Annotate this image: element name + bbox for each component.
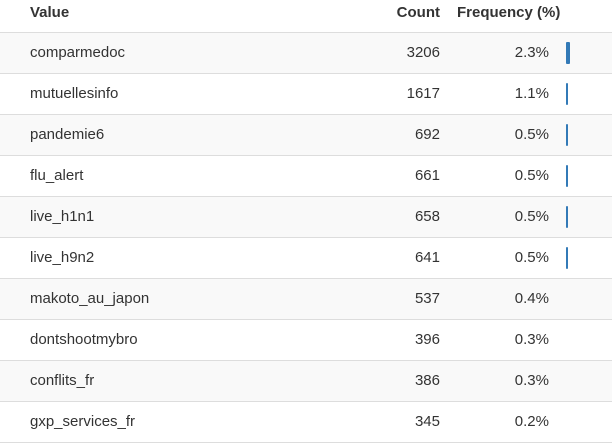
cell-count: 386 bbox=[414, 372, 440, 389]
cell-value: comparmedoc bbox=[30, 44, 126, 61]
table-row: makoto_au_japon 537 0.4% bbox=[0, 279, 612, 320]
frequency-bar-track bbox=[566, 288, 606, 310]
cell-frequency-percent: 0.2% bbox=[514, 413, 549, 430]
frequency-bar-track bbox=[566, 247, 606, 269]
cell-value: mutuellesinfo bbox=[30, 85, 119, 102]
cell-frequency-percent: 0.3% bbox=[514, 372, 549, 389]
frequency-bar-track bbox=[566, 83, 606, 105]
cell-count: 661 bbox=[414, 167, 440, 184]
table-row: conflits_fr 386 0.3% bbox=[0, 361, 612, 402]
frequency-table: Value Count Frequency (%) comparmedoc 320… bbox=[0, 0, 612, 443]
frequency-bar bbox=[566, 124, 568, 146]
frequency-bar bbox=[566, 42, 570, 64]
frequency-bar-track bbox=[566, 124, 606, 146]
column-header-count[interactable]: Count bbox=[397, 4, 440, 21]
frequency-bar bbox=[566, 247, 568, 269]
column-header-frequency[interactable]: Frequency (%) bbox=[457, 4, 560, 21]
frequency-bar-track bbox=[566, 329, 606, 351]
table-row: flu_alert 661 0.5% bbox=[0, 156, 612, 197]
cell-value: pandemie6 bbox=[30, 126, 105, 143]
cell-value: live_h1n1 bbox=[30, 208, 95, 225]
table-row: mutuellesinfo 1617 1.1% bbox=[0, 74, 612, 115]
frequency-bar bbox=[566, 83, 568, 105]
frequency-bar-track bbox=[566, 206, 606, 228]
frequency-bar-track bbox=[566, 165, 606, 187]
table-row: live_h9n2 641 0.5% bbox=[0, 238, 612, 279]
cell-value: flu_alert bbox=[30, 167, 84, 184]
cell-count: 1617 bbox=[406, 85, 440, 102]
table-body: comparmedoc 3206 2.3% mutuellesinfo 1617 1.1%… bbox=[0, 33, 612, 443]
table-row: pandemie6 692 0.5% bbox=[0, 115, 612, 156]
cell-count: 345 bbox=[414, 413, 440, 430]
table-header: Value Count Frequency (%) bbox=[0, 0, 612, 33]
frequency-bar bbox=[566, 165, 568, 187]
cell-value: dontshootmybro bbox=[30, 331, 138, 348]
cell-frequency-percent: 0.4% bbox=[514, 290, 549, 307]
cell-count: 658 bbox=[414, 208, 440, 225]
cell-count: 396 bbox=[414, 331, 440, 348]
table-row: dontshootmybro 396 0.3% bbox=[0, 320, 612, 361]
cell-frequency-percent: 0.5% bbox=[514, 167, 549, 184]
table-row: gxp_services_fr 345 0.2% bbox=[0, 402, 612, 443]
cell-value: live_h9n2 bbox=[30, 249, 95, 266]
cell-frequency-percent: 0.5% bbox=[514, 208, 549, 225]
cell-value: gxp_services_fr bbox=[30, 413, 136, 430]
cell-frequency-percent: 2.3% bbox=[514, 44, 549, 61]
column-header-value[interactable]: Value bbox=[30, 4, 69, 21]
cell-count: 692 bbox=[414, 126, 440, 143]
cell-value: makoto_au_japon bbox=[30, 290, 150, 307]
cell-frequency-percent: 0.5% bbox=[514, 126, 549, 143]
cell-frequency-percent: 0.3% bbox=[514, 331, 549, 348]
table-row: live_h1n1 658 0.5% bbox=[0, 197, 612, 238]
frequency-bar-track bbox=[566, 42, 606, 64]
frequency-bar-track bbox=[566, 411, 606, 433]
cell-count: 641 bbox=[414, 249, 440, 266]
cell-value: conflits_fr bbox=[30, 372, 95, 389]
frequency-bar bbox=[566, 206, 568, 228]
cell-count: 3206 bbox=[406, 44, 440, 61]
cell-frequency-percent: 1.1% bbox=[514, 85, 549, 102]
table-row: comparmedoc 3206 2.3% bbox=[0, 33, 612, 74]
cell-count: 537 bbox=[414, 290, 440, 307]
cell-frequency-percent: 0.5% bbox=[514, 249, 549, 266]
frequency-bar-track bbox=[566, 370, 606, 392]
